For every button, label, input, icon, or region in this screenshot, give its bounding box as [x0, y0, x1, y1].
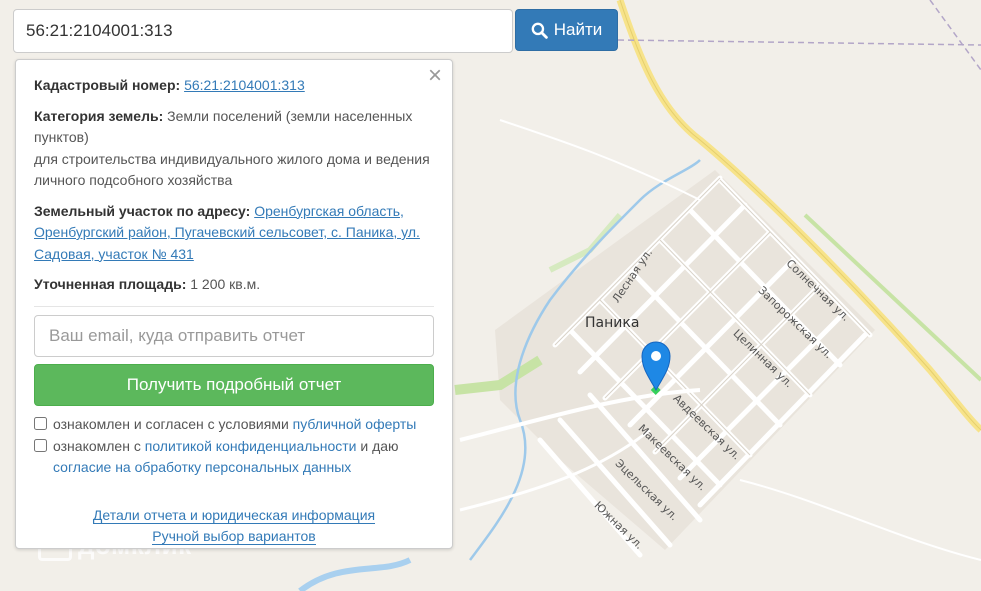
area-row: Уточненная площадь: 1 200 кв.м. [34, 274, 434, 296]
report-details-link[interactable]: Детали отчета и юридическая информация [92, 507, 376, 524]
address-label: Земельный участок по адресу: [34, 202, 251, 219]
address-row: Земельный участок по адресу: Оренбургска… [34, 201, 434, 266]
personal-data-consent-link[interactable]: согласие на обработку персональных данны… [53, 459, 351, 475]
cadastral-number-link[interactable]: 56:21:2104001:313 [184, 77, 305, 93]
privacy-checkbox[interactable] [34, 439, 47, 452]
privacy-consent-text: ознакомлен с политикой конфиденциальност… [53, 436, 399, 477]
close-icon[interactable]: × [428, 64, 442, 88]
search-button-label: Найти [553, 20, 603, 39]
consent-offer-row: ознакомлен и согласен с условиями публич… [34, 414, 434, 435]
privacy-text-2: и даю [356, 438, 399, 454]
email-field[interactable] [34, 314, 434, 357]
land-category-row: Категория земель: Земли поселений (земли… [34, 106, 434, 192]
footer-links: Детали отчета и юридическая информация Р… [34, 505, 434, 547]
category-label: Категория земель: [34, 107, 164, 124]
cadastral-search-input[interactable] [13, 9, 513, 53]
offer-checkbox[interactable] [34, 416, 47, 430]
category-purpose: для строительства индивидуального жилого… [34, 150, 430, 189]
search-button[interactable]: Найти [515, 9, 618, 51]
cadastral-number-row: Кадастровый номер: 56:21:2104001:313 [34, 75, 434, 97]
parcel-info-panel: × Кадастровый номер: 56:21:2104001:313 К… [15, 59, 453, 549]
area-value: 1 200 кв.м. [186, 276, 261, 292]
manual-selection-link[interactable]: Ручной выбор вариантов [152, 528, 316, 545]
town-label: Паника [585, 315, 640, 331]
divider [34, 305, 434, 307]
cadastral-label: Кадастровый номер: [34, 77, 181, 93]
privacy-policy-link[interactable]: политикой конфиденциальности [145, 438, 357, 454]
get-report-button[interactable]: Получить подробный отчет [34, 363, 434, 406]
privacy-text: ознакомлен с [53, 438, 145, 454]
public-offer-link[interactable]: публичной оферты [293, 416, 417, 432]
area-label: Уточненная площадь: [34, 276, 187, 292]
offer-consent-text: ознакомлен и согласен с условиями публич… [53, 414, 416, 435]
search-icon [531, 22, 548, 39]
consent-privacy-row: ознакомлен с политикой конфиденциальност… [34, 436, 434, 477]
offer-text: ознакомлен и согласен с условиями [53, 415, 293, 432]
